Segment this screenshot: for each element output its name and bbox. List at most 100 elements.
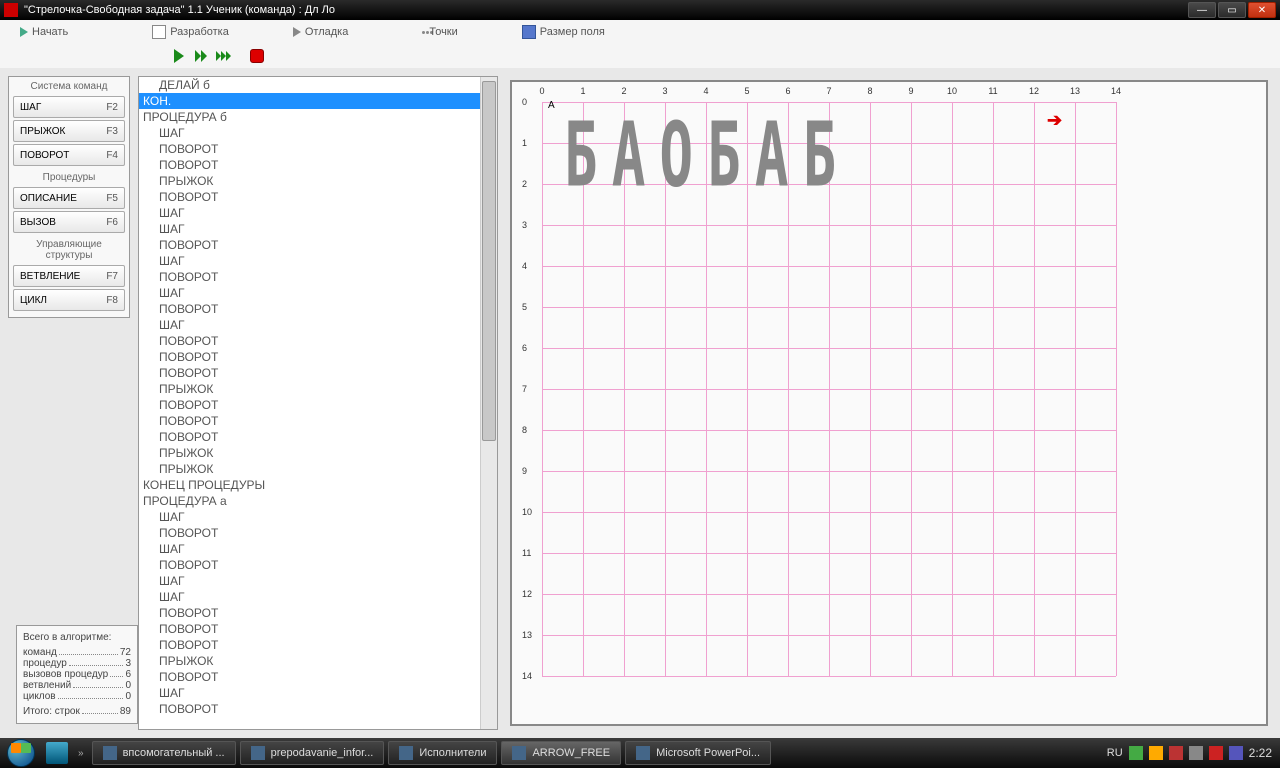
axis-y-label: 7 <box>522 384 527 394</box>
fastest-forward-button[interactable] <box>214 47 232 65</box>
develop-icon <box>152 25 166 39</box>
grid-line <box>542 594 1116 595</box>
stop-button[interactable] <box>248 47 266 65</box>
language-indicator[interactable]: RU <box>1107 747 1123 759</box>
code-line[interactable]: ПОВОРОТ <box>139 637 480 653</box>
code-line[interactable]: ПОВОРОТ <box>139 301 480 317</box>
code-line[interactable]: ПОВОРОТ <box>139 525 480 541</box>
tray-antivirus-icon[interactable] <box>1209 746 1223 760</box>
code-line[interactable]: ПОВОРОТ <box>139 413 480 429</box>
quick-launch-ie-icon[interactable] <box>46 742 68 764</box>
fast-forward-button[interactable] <box>192 47 210 65</box>
turn-button[interactable]: ПОВОРОТF4 <box>13 144 125 166</box>
taskbar-item[interactable]: Microsoft PowerPoi... <box>625 741 771 765</box>
scroll-thumb[interactable] <box>482 81 496 441</box>
grid-line <box>542 348 1116 349</box>
axis-x-label: 9 <box>908 86 913 96</box>
axis-y-label: 14 <box>522 671 532 681</box>
code-line[interactable]: ШАГ <box>139 253 480 269</box>
branch-button[interactable]: ВЕТВЛЕНИЕF7 <box>13 265 125 287</box>
code-line[interactable]: ПОВОРОТ <box>139 157 480 173</box>
code-line[interactable]: ПРЫЖОК <box>139 461 480 477</box>
code-line[interactable]: ПОВОРОТ <box>139 605 480 621</box>
menu-points[interactable]: Точки <box>410 26 469 38</box>
code-line[interactable]: ШАГ <box>139 685 480 701</box>
taskbar-item[interactable]: prepodavanie_infor... <box>240 741 385 765</box>
code-line[interactable]: ПОВОРОТ <box>139 349 480 365</box>
code-line[interactable]: ПОВОРОТ <box>139 269 480 285</box>
code-line[interactable]: ПОВОРОТ <box>139 397 480 413</box>
code-line[interactable]: ПОВОРОТ <box>139 365 480 381</box>
code-line[interactable]: ШАГ <box>139 317 480 333</box>
vertical-scrollbar[interactable] <box>480 77 497 729</box>
code-line[interactable]: ПРОЦЕДУРА а <box>139 493 480 509</box>
maximize-button[interactable]: ▭ <box>1218 2 1246 18</box>
quick-launch-expand-icon[interactable]: » <box>72 748 90 759</box>
code-line[interactable]: ПОВОРОТ <box>139 701 480 717</box>
step-button[interactable]: ШАГF2 <box>13 96 125 118</box>
jump-button[interactable]: ПРЫЖОКF3 <box>13 120 125 142</box>
code-line[interactable]: ШАГ <box>139 285 480 301</box>
axis-y-label: 11 <box>522 548 531 558</box>
menu-develop[interactable]: Разработка <box>140 25 241 39</box>
menu-start-label: Начать <box>32 26 68 38</box>
code-line[interactable]: ШАГ <box>139 125 480 141</box>
menu-fieldsize[interactable]: Размер поля <box>510 25 617 39</box>
code-line[interactable]: ПОВОРОТ <box>139 333 480 349</box>
taskbar-item[interactable]: впсомогательный ... <box>92 741 236 765</box>
code-line[interactable]: ШАГ <box>139 205 480 221</box>
minimize-button[interactable]: — <box>1188 2 1216 18</box>
code-line[interactable]: ШАГ <box>139 573 480 589</box>
code-line[interactable]: ПОВОРОТ <box>139 557 480 573</box>
code-editor[interactable]: ДЕЛАЙ бКОН.ПРОЦЕДУРА бШАГПОВОРОТПОВОРОТП… <box>138 76 498 730</box>
code-line[interactable]: ПРЫЖОК <box>139 445 480 461</box>
task-icon <box>636 746 650 760</box>
description-button[interactable]: ОПИСАНИЕF5 <box>13 187 125 209</box>
code-line[interactable]: ПОВОРОТ <box>139 429 480 445</box>
axis-x-label: 1 <box>580 86 585 96</box>
code-line[interactable]: ПОВОРОТ <box>139 189 480 205</box>
start-button[interactable] <box>0 738 42 768</box>
code-line[interactable]: ПОВОРОТ <box>139 669 480 685</box>
call-button[interactable]: ВЫЗОВF6 <box>13 211 125 233</box>
axis-y-label: 2 <box>522 179 527 189</box>
tray-shield-icon[interactable] <box>1169 746 1183 760</box>
play-button[interactable] <box>170 47 188 65</box>
tray-volume-icon[interactable] <box>1229 746 1243 760</box>
commands-panel: Система команд ШАГF2 ПРЫЖОКF3 ПОВОРОТF4 … <box>8 76 130 318</box>
code-line[interactable]: ПРОЦЕДУРА б <box>139 109 480 125</box>
menu-debug[interactable]: Отладка <box>281 26 360 38</box>
code-line[interactable]: ПОВОРОТ <box>139 621 480 637</box>
code-line[interactable]: ПРЫЖОК <box>139 381 480 397</box>
code-line[interactable]: ШАГ <box>139 509 480 525</box>
code-line[interactable]: ШАГ <box>139 589 480 605</box>
tray-updates-icon[interactable] <box>1149 746 1163 760</box>
code-line[interactable]: ДЕЛАЙ б <box>139 77 480 93</box>
cycle-button[interactable]: ЦИКЛF8 <box>13 289 125 311</box>
commands-panel-title: Система команд <box>13 81 125 92</box>
code-line[interactable]: КОН. <box>139 93 480 109</box>
tray-network-icon[interactable] <box>1129 746 1143 760</box>
menu-start[interactable]: Начать <box>8 26 80 38</box>
grid-line <box>542 266 1116 267</box>
taskbar-item[interactable]: ARROW_FREE <box>501 741 621 765</box>
menu-develop-label: Разработка <box>170 26 229 38</box>
code-line[interactable]: ПРЫЖОК <box>139 653 480 669</box>
axis-x-label: 10 <box>947 86 957 96</box>
points-icon <box>422 31 425 34</box>
code-line[interactable]: ПОВОРОТ <box>139 237 480 253</box>
taskbar-item[interactable]: Исполнители <box>388 741 497 765</box>
axis-x-label: 0 <box>539 86 544 96</box>
debug-icon <box>293 27 301 37</box>
code-line[interactable]: ПРЫЖОК <box>139 173 480 189</box>
code-line[interactable]: ШАГ <box>139 541 480 557</box>
taskbar-clock[interactable]: 2:22 <box>1249 746 1272 760</box>
stat-row: циклов0 <box>23 691 131 702</box>
close-button[interactable]: ✕ <box>1248 2 1276 18</box>
stats-panel: Всего в алгоритме: команд72процедур3вызо… <box>16 625 138 724</box>
code-line[interactable]: КОНЕЦ ПРОЦЕДУРЫ <box>139 477 480 493</box>
code-line[interactable]: ШАГ <box>139 221 480 237</box>
tray-device-icon[interactable] <box>1189 746 1203 760</box>
code-line[interactable]: ПОВОРОТ <box>139 141 480 157</box>
axis-y-label: 5 <box>522 302 527 312</box>
